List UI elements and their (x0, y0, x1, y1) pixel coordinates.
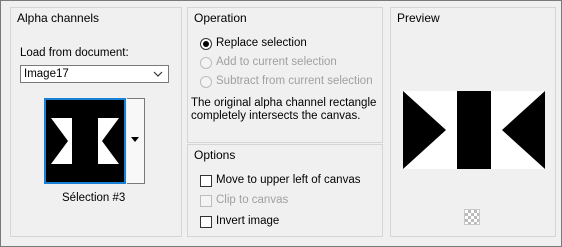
invert-image-checkbox[interactable] (200, 216, 212, 228)
move-to-upper-left-label[interactable]: Move to upper left of canvas (216, 174, 360, 186)
selection-name-label: Sélection #3 (62, 192, 126, 204)
thumbnail-dropdown-button[interactable] (127, 98, 145, 184)
replace-selection-radio[interactable] (200, 38, 212, 50)
chevron-down-icon (153, 71, 163, 77)
preview-image (403, 91, 545, 169)
transparency-toggle-icon[interactable] (464, 209, 480, 225)
operation-note: The original alpha channel rectangle com… (191, 97, 377, 122)
replace-selection-label[interactable]: Replace selection (216, 37, 307, 49)
document-dropdown[interactable]: Image17 (20, 65, 169, 83)
dialog-frame: Alpha channels Load from document: Image… (0, 0, 562, 247)
move-to-upper-left-checkbox[interactable] (200, 175, 212, 187)
add-to-selection-label[interactable]: Add to current selection (216, 56, 337, 68)
operation-group: Operation Replace selection Add to curre… (187, 7, 383, 143)
alpha-channels-group: Alpha channels Load from document: Image… (10, 7, 182, 237)
clip-to-canvas-checkbox[interactable] (200, 195, 212, 207)
alpha-channels-title: Alpha channels (17, 11, 100, 25)
subtract-from-selection-radio[interactable] (200, 76, 212, 88)
operation-title: Operation (194, 11, 247, 25)
load-from-document-label: Load from document: (20, 47, 129, 59)
subtract-from-selection-label[interactable]: Subtract from current selection (216, 75, 373, 87)
clip-to-canvas-label[interactable]: Clip to canvas (216, 194, 288, 206)
alpha-channel-thumbnail[interactable] (44, 98, 126, 184)
document-dropdown-value: Image17 (24, 68, 69, 80)
preview-canvas (403, 91, 545, 169)
caret-down-icon (131, 137, 139, 142)
options-group: Options Move to upper left of canvas Cli… (187, 144, 383, 237)
preview-group: Preview (390, 7, 556, 237)
invert-image-label[interactable]: Invert image (216, 215, 279, 227)
options-title: Options (194, 148, 236, 162)
add-to-selection-radio[interactable] (200, 57, 212, 69)
radio-selected-dot (203, 41, 209, 47)
preview-title: Preview (397, 11, 440, 25)
thumbnail-image (46, 100, 124, 182)
